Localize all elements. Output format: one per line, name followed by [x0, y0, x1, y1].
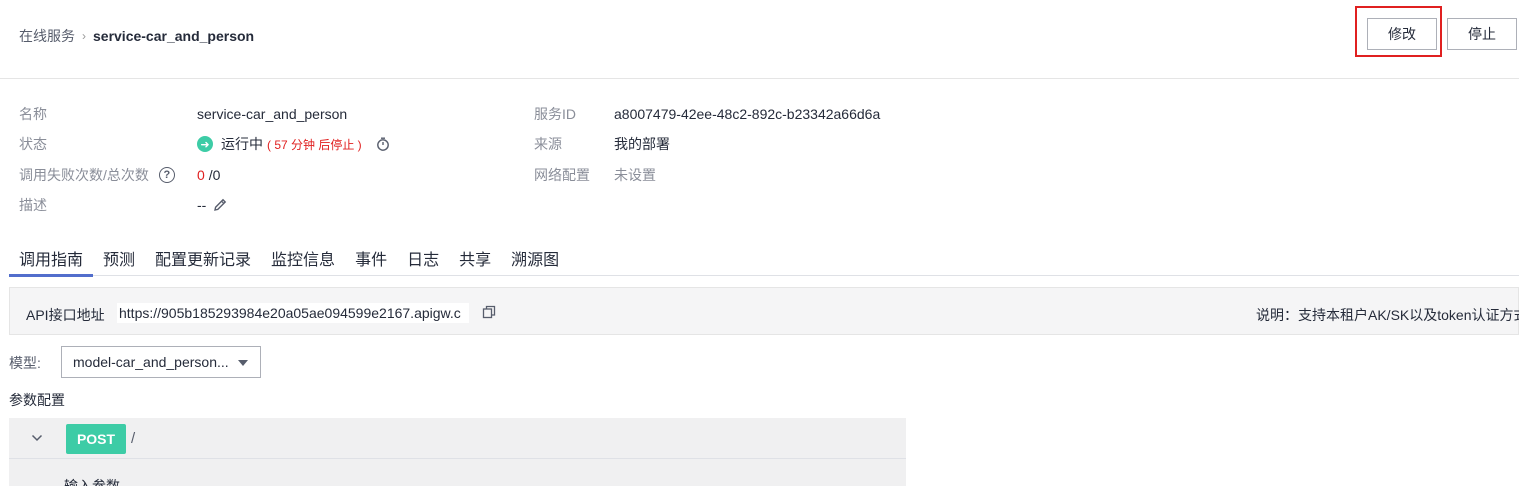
detail-tabs: 调用指南 预测 配置更新记录 监控信息 事件 日志 共享 溯源图: [9, 240, 1519, 277]
breadcrumb: 在线服务 › service-car_and_person: [19, 26, 254, 46]
help-icon[interactable]: ?: [158, 167, 175, 183]
breadcrumb-online-services-link[interactable]: 在线服务: [19, 26, 75, 46]
network-label: 网络配置: [534, 167, 590, 183]
service-info: 名称 service-car_and_person 状态 ➜ 运行中 ( 57 …: [0, 100, 1519, 230]
source-label: 来源: [534, 136, 562, 152]
tab-share[interactable]: 共享: [449, 240, 501, 276]
request-path: /: [131, 430, 136, 447]
model-selected-value: model-car_and_person...: [73, 354, 229, 370]
api-address-label: API接口地址: [26, 307, 105, 323]
calls-row: 调用失败次数/总次数 ?: [19, 165, 175, 185]
status-row: 状态: [19, 134, 47, 154]
desc-label: 描述: [19, 197, 47, 213]
pencil-icon[interactable]: [212, 197, 228, 213]
tab-logs[interactable]: 日志: [397, 240, 449, 276]
breadcrumb-separator-icon: ›: [82, 29, 86, 43]
auth-note: 说明：支持本租户AK/SK以及token认证方式: [1256, 307, 1519, 323]
input-params-label: 输入参数: [64, 478, 120, 486]
tab-call-guide[interactable]: 调用指南: [9, 240, 94, 277]
fail-count: 0: [197, 167, 205, 183]
service-id-value: a8007479-42ee-48c2-892c-b23342a66d6a: [614, 106, 881, 122]
network-value-row: 未设置: [614, 165, 656, 185]
desc-row: 描述: [19, 195, 47, 215]
service-id-label-row: 服务ID: [534, 104, 576, 124]
param-config-title: 参数配置: [9, 392, 65, 408]
model-select[interactable]: model-car_and_person...: [61, 346, 261, 378]
name-value: service-car_and_person: [197, 106, 348, 122]
chevron-down-icon[interactable]: [31, 432, 43, 444]
post-method-badge: POST: [66, 424, 126, 454]
status-value-row: ➜ 运行中 ( 57 分钟 后停止 ): [197, 134, 390, 154]
calls-value-row: 0 /0: [197, 165, 220, 185]
network-label-row: 网络配置: [534, 165, 590, 185]
api-url[interactable]: https://905b185293984e20a05ae094599e2167…: [117, 303, 469, 323]
status-value: 运行中: [221, 136, 263, 152]
tab-events[interactable]: 事件: [345, 240, 397, 276]
source-label-row: 来源: [534, 134, 562, 154]
model-label: 模型:: [9, 355, 41, 371]
service-id-label: 服务ID: [534, 106, 576, 122]
source-value-row: 我的部署: [614, 134, 670, 154]
edit-button[interactable]: 修改: [1367, 18, 1437, 50]
timer-icon[interactable]: [376, 137, 390, 151]
param-panel-header[interactable]: POST /: [9, 418, 906, 459]
stop-button[interactable]: 停止: [1447, 18, 1517, 50]
total-count: /0: [208, 167, 221, 183]
source-value: 我的部署: [614, 136, 670, 152]
desc-value: --: [197, 197, 207, 213]
status-countdown: ( 57 分钟 后停止 ): [267, 137, 362, 152]
running-status-icon: ➜: [197, 136, 213, 152]
api-address-bar: API接口地址 https://905b185293984e20a05ae094…: [9, 287, 1519, 335]
breadcrumb-current: service-car_and_person: [93, 28, 255, 44]
copy-icon[interactable]: [482, 305, 496, 319]
page-header: 在线服务 › service-car_and_person 修改 停止: [0, 0, 1519, 79]
param-panel: POST / 输入参数: [9, 418, 906, 486]
network-value: 未设置: [614, 167, 656, 183]
tab-lineage[interactable]: 溯源图: [501, 240, 569, 276]
service-id-value-row: a8007479-42ee-48c2-892c-b23342a66d6a: [614, 104, 880, 124]
name-label: 名称: [19, 106, 47, 122]
tab-config-history[interactable]: 配置更新记录: [145, 240, 261, 276]
status-label: 状态: [19, 136, 47, 152]
caret-down-icon: [238, 360, 248, 366]
tab-predict[interactable]: 预测: [93, 240, 145, 276]
calls-label: 调用失败次数/总次数: [19, 167, 149, 183]
name-row: 名称: [19, 104, 47, 124]
tab-monitoring[interactable]: 监控信息: [261, 240, 345, 276]
name-value-row: service-car_and_person: [197, 104, 347, 124]
desc-value-row: --: [197, 195, 228, 215]
